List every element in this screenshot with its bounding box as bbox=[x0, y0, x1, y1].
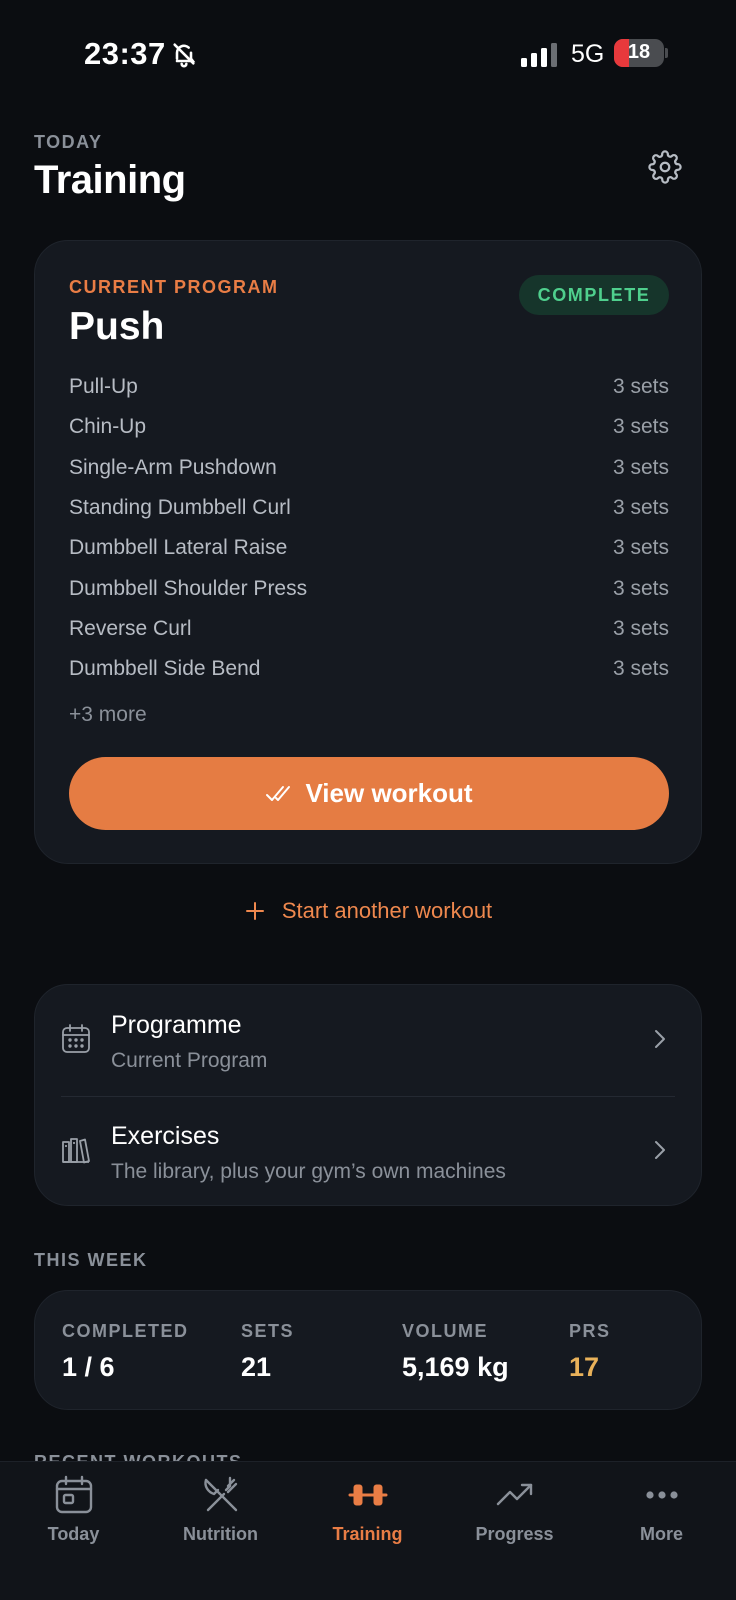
tab-label: Training bbox=[332, 1524, 403, 1544]
plus-icon bbox=[245, 902, 264, 920]
tab-label: Nutrition bbox=[183, 1524, 258, 1544]
exercise-sets: 3 sets bbox=[612, 576, 669, 600]
status-time: 23:37 bbox=[84, 36, 166, 71]
cellular-signal-icon bbox=[521, 43, 557, 67]
stat-value: 1 / 6 bbox=[62, 1352, 115, 1382]
fork-knife-icon bbox=[203, 1476, 237, 1512]
status-badge: COMPLETE bbox=[519, 275, 669, 315]
stat-volume: VOLUME 5,169 kg bbox=[402, 1321, 509, 1383]
exercise-sets: 3 sets bbox=[612, 496, 669, 520]
exercises-row[interactable]: Exercises The library, plus your gym’s o… bbox=[35, 1096, 701, 1206]
view-workout-label: View workout bbox=[305, 778, 473, 808]
network-type: 5G bbox=[571, 40, 605, 68]
list-item: Reverse Curl 3 sets bbox=[69, 609, 669, 649]
tab-label: Today bbox=[47, 1524, 100, 1544]
navigation-card: Programme Current Program Exercises The … bbox=[34, 984, 702, 1206]
view-workout-button[interactable]: View workout bbox=[69, 757, 669, 830]
exercise-name: Dumbbell Side Bend bbox=[69, 657, 261, 681]
current-program-card: CURRENT PROGRAM Push COMPLETE Pull-Up 3 … bbox=[34, 240, 702, 864]
stat-label: SETS bbox=[241, 1321, 295, 1341]
list-item: Standing Dumbbell Curl 3 sets bbox=[69, 488, 669, 528]
calendar-icon bbox=[62, 1024, 90, 1053]
exercises-title: Exercises bbox=[111, 1122, 220, 1150]
programme-row[interactable]: Programme Current Program bbox=[35, 985, 701, 1095]
stat-label: VOLUME bbox=[402, 1321, 489, 1341]
trend-up-icon bbox=[496, 1483, 532, 1506]
program-eyebrow: CURRENT PROGRAM bbox=[69, 277, 279, 297]
stat-value: 17 bbox=[569, 1352, 600, 1382]
tab-bar: Today Nutrition Training Progress More bbox=[0, 1461, 736, 1600]
bell-muted-icon bbox=[173, 43, 196, 68]
exercise-name: Standing Dumbbell Curl bbox=[69, 496, 291, 520]
tab-more[interactable]: More bbox=[588, 1474, 735, 1564]
tab-label: Progress bbox=[475, 1524, 554, 1544]
tab-progress[interactable]: Progress bbox=[441, 1474, 588, 1564]
start-another-label: Start another workout bbox=[281, 898, 493, 923]
more-dots-icon bbox=[645, 1491, 678, 1499]
stat-completed: COMPLETED 1 / 6 bbox=[62, 1321, 189, 1383]
stat-sets: SETS 21 bbox=[241, 1321, 294, 1383]
chevron-right-icon bbox=[655, 1141, 665, 1159]
exercise-sets: 3 sets bbox=[612, 415, 669, 439]
exercise-sets: 3 sets bbox=[612, 616, 669, 640]
programme-subtitle: Current Program bbox=[111, 1049, 268, 1072]
calendar-day-icon bbox=[55, 1475, 92, 1514]
exercise-name: Pull-Up bbox=[69, 375, 138, 399]
status-bar: 23:37 5G 18 bbox=[0, 0, 736, 108]
battery-indicator: 18 bbox=[614, 39, 664, 67]
library-icon bbox=[62, 1138, 90, 1164]
tab-label: More bbox=[639, 1524, 683, 1544]
exercise-name: Chin-Up bbox=[69, 415, 147, 439]
exercise-name: Dumbbell Lateral Raise bbox=[69, 536, 288, 560]
list-item: Single-Arm Pushdown 3 sets bbox=[69, 448, 669, 488]
stat-value: 5,169 kg bbox=[402, 1352, 509, 1382]
battery-tip bbox=[665, 48, 668, 58]
tab-nutrition[interactable]: Nutrition bbox=[147, 1474, 294, 1564]
stat-prs: PRS 17 bbox=[569, 1321, 611, 1383]
exercise-name: Reverse Curl bbox=[69, 616, 192, 640]
exercises-subtitle: The library, plus your gym’s own machine… bbox=[111, 1160, 506, 1183]
double-check-icon bbox=[266, 785, 291, 801]
more-exercises-label: +3 more bbox=[69, 703, 147, 726]
exercise-sets: 3 sets bbox=[612, 536, 669, 560]
list-item: Dumbbell Lateral Raise 3 sets bbox=[69, 528, 669, 568]
start-another-workout-button[interactable]: Start another workout bbox=[0, 898, 736, 924]
stat-label: PRS bbox=[569, 1321, 611, 1341]
this-week-eyebrow: THIS WEEK bbox=[34, 1250, 148, 1270]
exercise-name: Dumbbell Shoulder Press bbox=[69, 576, 308, 600]
exercise-sets: 3 sets bbox=[612, 455, 669, 479]
header-eyebrow: TODAY bbox=[34, 132, 103, 152]
stat-label: COMPLETED bbox=[62, 1321, 189, 1341]
dumbbell-icon bbox=[348, 1484, 387, 1506]
chevron-right-icon bbox=[655, 1030, 665, 1048]
program-name: Push bbox=[69, 305, 165, 348]
gear-icon[interactable] bbox=[648, 150, 682, 184]
programme-title: Programme bbox=[111, 1011, 242, 1039]
stat-value: 21 bbox=[241, 1352, 272, 1382]
exercise-list: Pull-Up 3 sets Chin-Up 3 sets Single-Arm… bbox=[69, 367, 669, 689]
this-week-card: COMPLETED 1 / 6 SETS 21 VOLUME 5,169 kg … bbox=[34, 1290, 702, 1410]
tab-training[interactable]: Training bbox=[294, 1474, 441, 1564]
battery-level: 18 bbox=[627, 41, 651, 63]
list-item: Dumbbell Side Bend 3 sets bbox=[69, 649, 669, 689]
list-item: Pull-Up 3 sets bbox=[69, 367, 669, 407]
list-item: Dumbbell Shoulder Press 3 sets bbox=[69, 568, 669, 608]
exercise-sets: 3 sets bbox=[612, 375, 669, 399]
page-title: Training bbox=[34, 158, 186, 202]
list-item: Chin-Up 3 sets bbox=[69, 407, 669, 447]
tab-today[interactable]: Today bbox=[0, 1474, 147, 1564]
exercise-name: Single-Arm Pushdown bbox=[69, 455, 277, 479]
exercise-sets: 3 sets bbox=[612, 657, 669, 681]
